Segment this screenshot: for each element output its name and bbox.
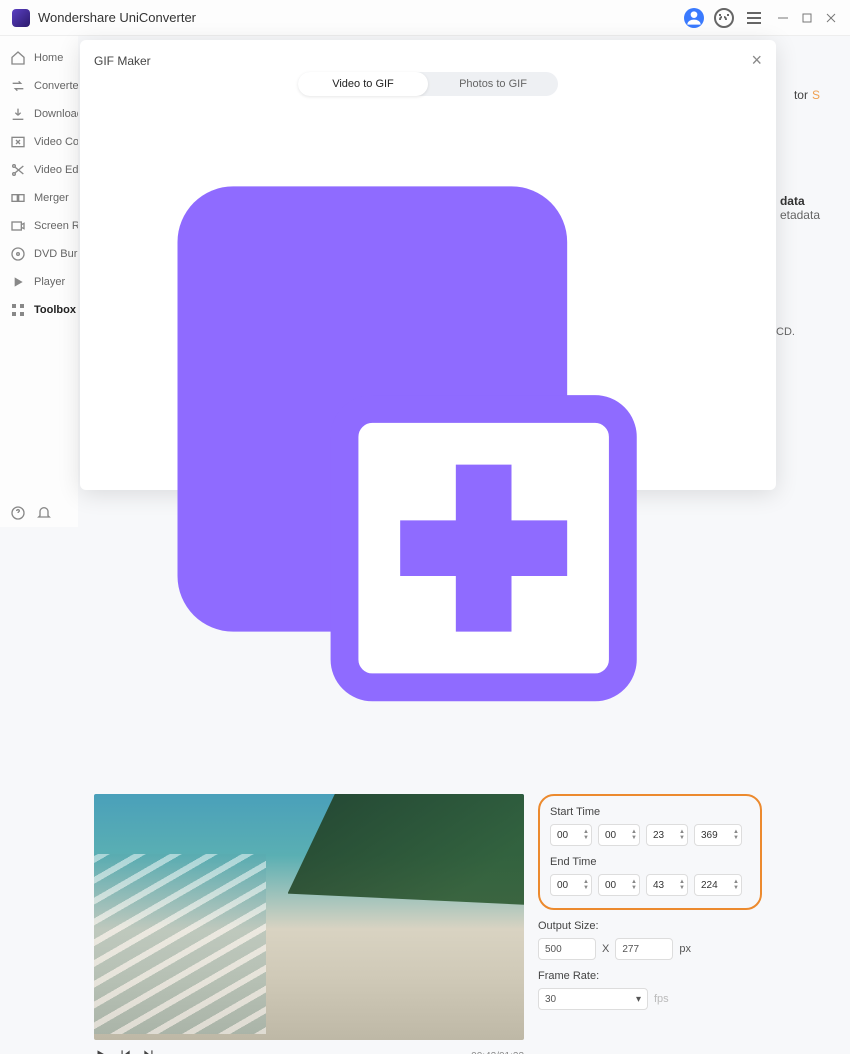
sidebar-item-toolbox[interactable]: Toolbox [0, 296, 78, 324]
help-icon[interactable] [10, 505, 26, 521]
sidebar-item-compressor[interactable]: Video Compressor [0, 128, 78, 156]
sidebar-item-label: Toolbox [34, 304, 76, 316]
sidebar: Home Converter Downloader Video Compress… [0, 36, 78, 527]
end-ms[interactable]: 224▲▼ [694, 874, 742, 896]
close-button[interactable] [824, 11, 838, 25]
end-minutes[interactable]: 00▲▼ [598, 874, 640, 896]
convert-icon [10, 78, 26, 94]
sidebar-item-label: Video Compressor [34, 136, 78, 148]
sidebar-item-label: Player [34, 276, 65, 288]
sidebar-item-label: Downloader [34, 108, 78, 120]
frame-rate-select[interactable]: 30▾ [538, 988, 648, 1010]
sidebar-item-label: Converter [34, 80, 78, 92]
add-file-button[interactable] [94, 75, 762, 748]
time-range-group: Start Time 00▲▼ 00▲▼ 23▲▼ 369▲▼ End Time… [538, 794, 762, 910]
scissors-icon [10, 162, 26, 178]
sidebar-item-downloader[interactable]: Downloader [0, 100, 78, 128]
sidebar-item-label: Merger [34, 192, 69, 204]
output-height-input[interactable]: 277 [615, 938, 673, 960]
app-title: Wondershare UniConverter [38, 10, 196, 25]
end-seconds[interactable]: 43▲▼ [646, 874, 688, 896]
time-indicator: 00:42/01:23 [471, 1051, 524, 1054]
sidebar-item-dvd[interactable]: DVD Burner [0, 240, 78, 268]
prev-frame-button[interactable] [118, 1048, 132, 1054]
sidebar-item-editor[interactable]: Video Editor [0, 156, 78, 184]
meta-panel: data etadata [780, 194, 820, 222]
sidebar-item-label: DVD Burner [34, 248, 78, 260]
user-avatar[interactable] [682, 6, 706, 30]
frame-rate-label: Frame Rate: [538, 970, 762, 982]
start-minutes[interactable]: 00▲▼ [598, 824, 640, 846]
video-preview[interactable] [94, 794, 524, 1040]
start-seconds[interactable]: 23▲▼ [646, 824, 688, 846]
sidebar-item-merger[interactable]: Merger [0, 184, 78, 212]
x-label: X [602, 943, 609, 955]
tab-video-to-gif[interactable]: Video to GIF [298, 72, 428, 96]
end-time-label: End Time [550, 856, 750, 868]
start-time-label: Start Time [550, 806, 750, 818]
grid-icon [10, 302, 26, 318]
maximize-button[interactable] [800, 11, 814, 25]
minimize-button[interactable] [776, 11, 790, 25]
sidebar-item-home[interactable]: Home [0, 44, 78, 72]
gif-maker-modal: GIF Maker × Video to GIF Photos to GIF 0… [80, 40, 776, 490]
compress-icon [10, 134, 26, 150]
titlebar: Wondershare UniConverter [0, 0, 850, 36]
cd-label: CD. [776, 326, 795, 338]
end-hours[interactable]: 00▲▼ [550, 874, 592, 896]
fps-label: fps [654, 993, 669, 1005]
settings-panel: Start Time 00▲▼ 00▲▼ 23▲▼ 369▲▼ End Time… [538, 794, 762, 1054]
next-frame-button[interactable] [142, 1048, 156, 1054]
feature-badge: torS [794, 88, 820, 102]
merge-icon [10, 190, 26, 206]
home-icon [10, 50, 26, 66]
record-icon [10, 218, 26, 234]
disc-icon [10, 246, 26, 262]
output-size-label: Output Size: [538, 920, 762, 932]
sidebar-item-converter[interactable]: Converter [0, 72, 78, 100]
close-icon[interactable]: × [751, 50, 762, 71]
sidebar-item-recorder[interactable]: Screen Recorder [0, 212, 78, 240]
px-label: px [679, 943, 691, 955]
play-button[interactable] [94, 1048, 108, 1054]
tab-photos-to-gif[interactable]: Photos to GIF [428, 72, 558, 96]
chevron-down-icon: ▾ [636, 994, 641, 1005]
mode-tabs: Video to GIF Photos to GIF [298, 72, 558, 96]
app-logo [12, 9, 30, 27]
play-icon [10, 274, 26, 290]
sidebar-item-label: Home [34, 52, 63, 64]
modal-title: GIF Maker [94, 54, 151, 68]
sidebar-item-label: Video Editor [34, 164, 78, 176]
sidebar-item-label: Screen Recorder [34, 220, 78, 232]
menu-icon[interactable] [742, 6, 766, 30]
bell-icon[interactable] [36, 505, 52, 521]
output-width-input[interactable]: 500 [538, 938, 596, 960]
playback-controls: 00:42/01:23 [94, 1048, 524, 1054]
download-icon [10, 106, 26, 122]
sidebar-item-player[interactable]: Player [0, 268, 78, 296]
start-hours[interactable]: 00▲▼ [550, 824, 592, 846]
support-icon[interactable] [712, 6, 736, 30]
start-ms[interactable]: 369▲▼ [694, 824, 742, 846]
